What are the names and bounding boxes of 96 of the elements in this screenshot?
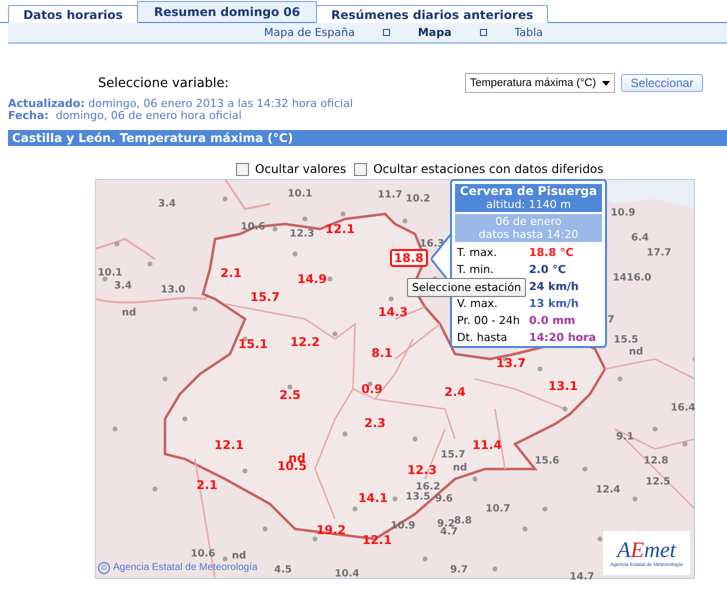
map-value[interactable]: 10.2 (406, 194, 430, 204)
map-value[interactable]: 10.7 (486, 504, 510, 514)
map-value[interactable]: 11.7 (378, 190, 402, 200)
tab[interactable]: Resúmenes diarios anteriores (316, 5, 548, 23)
data-label: Dt. hasta (457, 331, 508, 344)
map-value[interactable]: 7 (608, 314, 614, 326)
map-value: 14.3 (378, 305, 408, 319)
data-value: 18.8 °C (529, 246, 575, 259)
map-value: 12.1 (362, 533, 392, 547)
map-value[interactable]: 15.5 (614, 334, 638, 346)
subnav-link[interactable]: Mapa (418, 26, 452, 39)
map-value[interactable]: 8.8 (454, 516, 472, 526)
map-value[interactable]: 12.3 (290, 228, 314, 240)
map-value[interactable]: 9.6 (435, 494, 453, 504)
subnav-link[interactable]: Mapa de España (264, 26, 355, 39)
map-value[interactable]: 13.5 (406, 492, 430, 502)
map-value[interactable]: 3.4 (114, 280, 132, 292)
map-value: 12.1 (325, 222, 355, 236)
map-value: 12.2 (290, 335, 320, 349)
variable-dropdown[interactable]: Temperatura máxima (°C) (465, 73, 615, 93)
station-altitude: altitud: 1140 m (486, 198, 571, 211)
section-title: Castilla y León. Temperatura máxima (°C) (8, 130, 727, 146)
map-value: 2.1 (220, 266, 242, 280)
map-value: 15.7 (250, 290, 280, 304)
map-value[interactable]: nd (232, 550, 246, 562)
map-value[interactable]: 4.5 (274, 564, 292, 576)
subnav-link[interactable]: Tabla (514, 26, 543, 39)
map-value[interactable]: 10.6 (190, 548, 216, 560)
map-value[interactable]: 15.7 (440, 450, 466, 460)
map-value: 13.1 (548, 379, 578, 393)
checkbox-label: Ocultar valores (255, 162, 346, 176)
map-value[interactable]: 10.1 (288, 188, 312, 200)
map-value[interactable]: 9.7 (450, 564, 468, 576)
checkbox[interactable] (236, 162, 249, 176)
data-value: 2.0 °C (529, 263, 567, 276)
map-value[interactable]: 12.4 (596, 484, 620, 496)
station-name: Cervera de Pisuerga (460, 185, 598, 198)
map-value: 15.1 (238, 337, 268, 351)
map-value: 2.5 (279, 388, 301, 402)
data-label: T. min. (457, 263, 495, 276)
data-label: Pr. 00 - 24h (457, 314, 521, 327)
map-credit: © Agencia Estatal de Meteorología (98, 562, 258, 574)
tab[interactable]: Datos horarios (8, 5, 138, 23)
map-value[interactable]: nd (628, 346, 644, 358)
data-value: 13 km/h (529, 297, 580, 310)
map-value[interactable]: 3.4 (158, 198, 176, 210)
map-value: 2.3 (364, 416, 386, 430)
updated-label: Actualizado: (8, 97, 85, 110)
variable-label: Seleccione variable: (98, 76, 230, 90)
map-value: 14.9 (297, 272, 327, 286)
map-value[interactable]: 12.5 (646, 476, 670, 488)
map-value[interactable]: 10.1 (98, 268, 122, 278)
map-value[interactable]: 6.4 (631, 232, 649, 244)
map-value[interactable]: 17.7 (646, 248, 672, 258)
map-value[interactable]: 16.4 (670, 402, 696, 414)
map-value[interactable]: 14.7 (570, 572, 594, 582)
map-value: 13.7 (496, 356, 526, 370)
map-value[interactable]: 9.1 (616, 432, 634, 442)
map-value[interactable]: 12.8 (644, 456, 668, 466)
checkbox[interactable] (354, 162, 368, 176)
map-value: 8.1 (371, 346, 393, 360)
map-value: 14.1 (358, 491, 388, 505)
data-value: 14:20 hora (529, 331, 598, 344)
map-value: 12.3 (407, 463, 437, 477)
map-value[interactable]: 4.7 (440, 526, 458, 538)
data-value: 0.0 mm (529, 314, 576, 327)
data-label: T. max. (457, 246, 498, 259)
map-value: 0.9 (361, 382, 383, 396)
map-value[interactable]: nd (452, 462, 468, 474)
date-value: domingo, 06 de enero hora oficial (56, 109, 242, 122)
map-value[interactable]: 16.2 (416, 482, 440, 492)
square-icon (382, 29, 390, 36)
date-label: Fecha: (8, 109, 49, 122)
map-value[interactable]: 13.0 (160, 284, 186, 296)
map-value: 2.1 (196, 478, 218, 492)
data-date: 06 de enero (495, 215, 562, 228)
data-value: 24 km/h (529, 280, 580, 293)
updated-value: domingo, 06 enero 2013 a las 14:32 hora oficial (88, 97, 353, 110)
map-value[interactable]: nd (122, 308, 136, 318)
select-button[interactable]: Seleccionar (621, 74, 703, 92)
selected-station[interactable]: 18.8 (390, 249, 428, 267)
checkbox-label: Ocultar estaciones con datos diferidos (373, 162, 604, 176)
copyright-icon: © (98, 562, 110, 574)
square-icon (480, 29, 486, 36)
map-value: 2.4 (444, 385, 466, 399)
map-value[interactable]: 15.6 (534, 456, 560, 466)
map-value[interactable]: 10.9 (610, 208, 636, 218)
map-value[interactable]: 10.4 (334, 568, 360, 580)
logo-wordmark: AEmet (617, 538, 676, 562)
map-value[interactable]: 1416.0 (612, 272, 652, 284)
map-value: 11.4 (472, 438, 502, 452)
hover-tooltip: Seleccione estación (407, 278, 526, 297)
data-label: V. max. (457, 297, 499, 310)
tab[interactable]: Resumen domingo 06 (137, 1, 318, 22)
data-until: datos hasta 14:20 (478, 228, 578, 241)
map-value: 12.1 (214, 438, 244, 452)
